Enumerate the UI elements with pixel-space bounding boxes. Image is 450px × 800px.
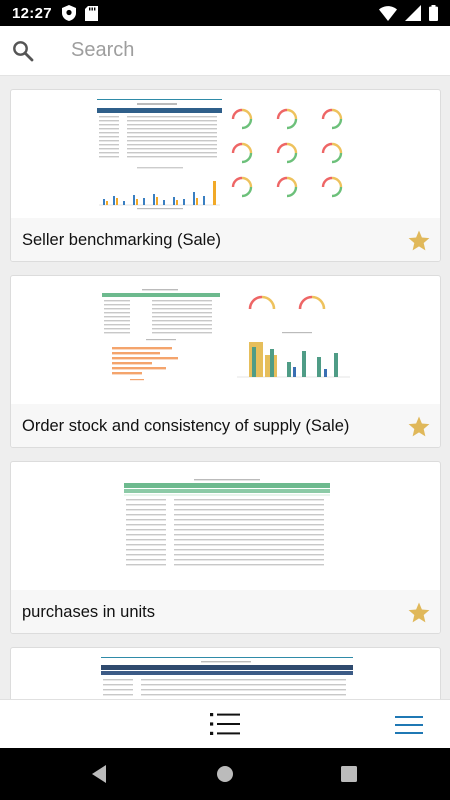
search-bar	[0, 26, 450, 76]
menu-icon[interactable]	[395, 714, 423, 736]
shield-icon	[61, 5, 76, 21]
star-icon[interactable]	[407, 601, 431, 625]
list-view-icon[interactable]	[210, 711, 240, 737]
status-bar: 12:27	[0, 0, 450, 26]
status-time: 12:27	[12, 4, 52, 22]
star-icon[interactable]	[407, 229, 431, 253]
report-title: Seller benchmarking (Sale)	[22, 231, 222, 249]
search-icon[interactable]	[11, 39, 35, 63]
star-icon[interactable]	[407, 415, 431, 439]
report-thumbnail	[11, 648, 440, 699]
report-thumbnail	[11, 462, 440, 590]
system-nav-bar	[0, 748, 450, 800]
report-card-footer: Seller benchmarking (Sale)	[11, 218, 440, 261]
signal-icon	[405, 5, 421, 21]
home-icon[interactable]	[215, 764, 235, 784]
report-card-order-stock[interactable]: Order stock and consistency of supply (S…	[10, 275, 441, 448]
battery-icon	[429, 5, 438, 21]
report-card-footer: Order stock and consistency of supply (S…	[11, 404, 440, 447]
report-title: purchases in units	[22, 603, 155, 621]
wifi-icon	[379, 5, 397, 21]
report-card-partial[interactable]	[10, 647, 441, 699]
report-card-seller-benchmarking[interactable]: Seller benchmarking (Sale)	[10, 89, 441, 262]
sd-card-icon	[84, 5, 98, 21]
report-title: Order stock and consistency of supply (S…	[22, 417, 350, 435]
report-thumbnail	[11, 90, 440, 218]
search-input[interactable]	[71, 39, 401, 62]
bottom-bar	[0, 699, 450, 748]
report-card-footer: purchases in units	[11, 590, 440, 633]
report-thumbnail	[11, 276, 440, 404]
report-list: Seller benchmarking (Sale) Order stock a…	[0, 76, 450, 699]
recent-apps-icon[interactable]	[340, 765, 358, 783]
back-icon[interactable]	[89, 764, 109, 784]
report-card-purchases-in-units[interactable]: purchases in units	[10, 461, 441, 634]
